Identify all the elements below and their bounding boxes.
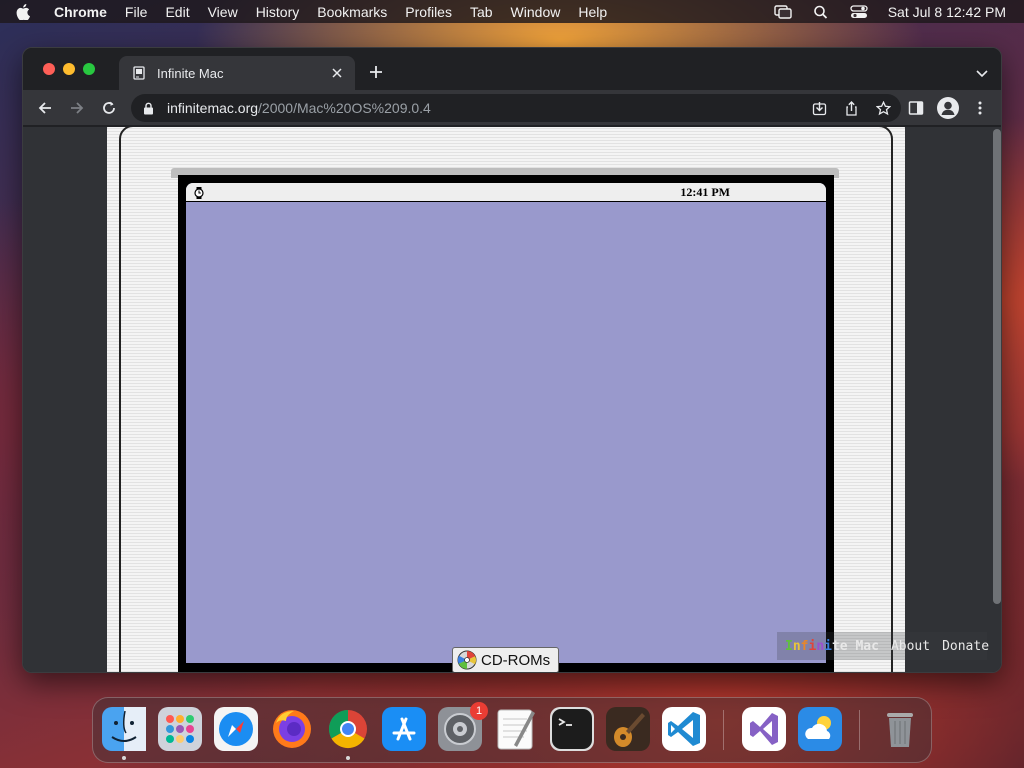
visual-studio-icon[interactable]: [742, 707, 786, 751]
terminal-icon[interactable]: [550, 707, 594, 751]
settings-notification-badge: 1: [470, 702, 488, 720]
logo-letter: e: [839, 638, 848, 654]
zoom-window-button[interactable]: [83, 63, 95, 75]
classic-mac-favicon-icon: [131, 65, 147, 81]
chrome-window: Infinite Mac infinitemac.org/2000/Mac%20…: [22, 47, 1002, 673]
menu-edit[interactable]: Edit: [165, 4, 189, 20]
dock-separator-2: [859, 710, 860, 750]
classic-mac-monitor: 12:41 PM: [107, 127, 905, 672]
firefox-icon[interactable]: [270, 707, 314, 751]
page-viewport: 12:41 PM CD-ROMs Infinite Mac About Dona…: [23, 127, 1001, 672]
browser-toolbar: infinitemac.org/2000/Mac%20OS%209.0.4: [23, 90, 1001, 126]
chrome-icon[interactable]: [326, 707, 370, 751]
screen-frame: 12:41 PM: [178, 175, 834, 672]
menu-app-chrome[interactable]: Chrome: [54, 4, 107, 20]
apple-menu-icon[interactable]: [16, 3, 38, 20]
wristwatch-busy-icon: [194, 186, 204, 199]
url-domain: infinitemac.org: [167, 100, 259, 116]
site-footer: Infinite Mac About Donate: [777, 632, 989, 660]
cdroms-label: CD-ROMs: [481, 651, 551, 669]
chrome-running-indicator: [346, 756, 350, 760]
more-menu-icon[interactable]: [971, 99, 989, 117]
logo-letter: n: [792, 638, 801, 654]
launchpad-icon[interactable]: [158, 707, 202, 751]
emulator-screen[interactable]: 12:41 PM: [186, 183, 826, 663]
garageband-icon[interactable]: [606, 707, 650, 751]
weather-icon[interactable]: [798, 707, 842, 751]
url-path: /2000/Mac%20OS%209.0.4: [258, 100, 431, 116]
mac-os9-clock[interactable]: 12:41 PM: [680, 185, 730, 200]
menu-help[interactable]: Help: [578, 4, 607, 20]
reload-icon[interactable]: [99, 98, 119, 118]
url-text[interactable]: infinitemac.org/2000/Mac%20OS%209.0.4: [167, 100, 431, 116]
menu-profiles[interactable]: Profiles: [405, 4, 452, 20]
spotlight-search-icon[interactable]: [812, 5, 830, 19]
tab-infinite-mac[interactable]: Infinite Mac: [119, 56, 355, 90]
logo-letter: t: [831, 638, 840, 654]
address-bar[interactable]: infinitemac.org/2000/Mac%20OS%209.0.4: [131, 94, 901, 122]
menu-tab[interactable]: Tab: [470, 4, 493, 20]
logo-letter: n: [816, 638, 825, 654]
bookmark-star-icon[interactable]: [875, 100, 891, 116]
tab-search-chevron-icon[interactable]: [975, 66, 989, 78]
menubar-clock[interactable]: Sat Jul 8 12:42 PM: [888, 4, 1006, 20]
control-center-icon[interactable]: [850, 4, 868, 19]
screen-mirroring-icon[interactable]: [774, 4, 792, 19]
vscode-icon[interactable]: [662, 707, 706, 751]
menu-file[interactable]: File: [125, 4, 148, 20]
about-link[interactable]: About: [891, 639, 930, 654]
back-arrow-icon[interactable]: [35, 98, 55, 118]
lock-icon[interactable]: [143, 101, 157, 115]
textedit-icon[interactable]: [494, 707, 538, 751]
trash-icon[interactable]: [878, 707, 922, 751]
menu-bookmarks[interactable]: Bookmarks: [317, 4, 387, 20]
menu-view[interactable]: View: [208, 4, 238, 20]
close-window-button[interactable]: [43, 63, 55, 75]
finder-running-indicator: [122, 756, 126, 760]
menu-window[interactable]: Window: [511, 4, 561, 20]
donate-link[interactable]: Donate: [942, 639, 989, 654]
infinite-mac-logo[interactable]: Infinite Mac: [785, 639, 879, 654]
mac-os9-menubar: 12:41 PM: [186, 183, 826, 202]
forward-arrow-icon[interactable]: [67, 98, 87, 118]
macos-menubar: Chrome File Edit View History Bookmarks …: [0, 0, 1024, 23]
side-panel-icon[interactable]: [907, 99, 925, 117]
close-tab-icon[interactable]: [329, 65, 345, 81]
tab-strip: Infinite Mac: [23, 48, 1001, 90]
finder-icon[interactable]: [102, 707, 146, 751]
install-app-icon[interactable]: [811, 100, 827, 116]
logo-mac-text: Mac: [855, 638, 879, 654]
tab-title: Infinite Mac: [157, 65, 224, 81]
menu-history[interactable]: History: [256, 4, 300, 20]
safari-icon[interactable]: [214, 707, 258, 751]
cdroms-button[interactable]: CD-ROMs: [452, 647, 559, 672]
cdrom-disc-icon: [457, 650, 477, 670]
dock: 1: [92, 697, 932, 763]
logo-letter: I: [785, 638, 793, 654]
dock-separator: [723, 710, 724, 750]
profile-avatar-icon[interactable]: [937, 97, 959, 119]
app-store-icon[interactable]: [382, 707, 426, 751]
new-tab-icon[interactable]: [368, 64, 384, 80]
share-icon[interactable]: [843, 100, 859, 116]
minimize-window-button[interactable]: [63, 63, 75, 75]
logo-letter: i: [824, 638, 832, 654]
page-scrollbar[interactable]: [993, 129, 1001, 604]
